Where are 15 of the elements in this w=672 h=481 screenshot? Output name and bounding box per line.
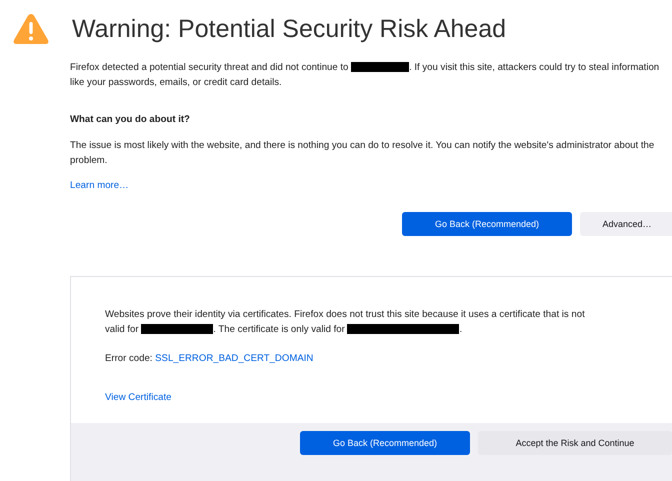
redaction-bar (351, 62, 410, 72)
go-back-button[interactable]: Go Back (Recommended) (402, 212, 572, 236)
error-code-label: Error code: (105, 353, 152, 364)
page-title: Warning: Potential Security Risk Ahead (72, 14, 506, 44)
view-certificate-link[interactable]: View Certificate (105, 392, 172, 403)
intro-text: Firefox detected a potential security threat and did not continue to . If you visit this site, attackers could try to steal information like your passwords, emails, or credit card details. (70, 61, 660, 90)
learn-more-link[interactable]: Learn more… (70, 180, 129, 191)
secondary-button[interactable]: Advanced… (580, 212, 672, 236)
advice-text: The issue is most likely with the website, and there is nothing you can do to resolve it. You can notify the website's administrator about the problem. (70, 139, 656, 168)
secondary-button[interactable]: Accept the Risk and Continue (478, 431, 672, 455)
certificate-explanation: Websites prove their identity via certificates. Firefox does not trust this site because it uses a certificate that is not valid for . The certificate is only valid for . (105, 308, 586, 337)
warning-icon (12, 12, 50, 46)
section-heading: What can you do about it? (70, 113, 191, 127)
go-back-button[interactable]: Go Back (Recommended) (300, 431, 470, 455)
error-code-link[interactable]: SSL_ERROR_BAD_CERT_DOMAIN (155, 353, 314, 364)
